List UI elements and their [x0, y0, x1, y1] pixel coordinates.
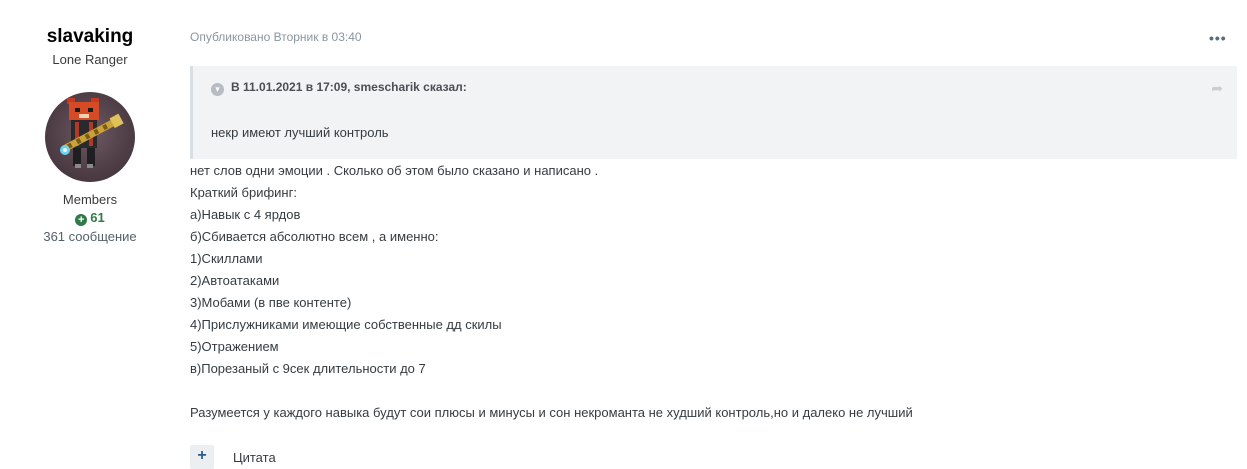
post-line: а)Навык с 4 ярдов: [190, 207, 301, 222]
post-line: 2)Автоатаками: [190, 273, 280, 288]
quote-text: некр имеют лучший контроль: [211, 125, 389, 140]
quote-citation: В 11.01.2021 в 17:09, smescharik сказал:: [231, 80, 467, 94]
ellipsis-icon[interactable]: •••: [1209, 31, 1227, 45]
chevron-down-icon[interactable]: ▾: [211, 83, 224, 96]
author-title: Lone Ranger: [52, 52, 128, 67]
post-line: в)Порезаный с 9сек длительности до 7: [190, 361, 426, 376]
reputation-badge[interactable]: +61: [0, 210, 180, 226]
avatar[interactable]: [45, 92, 135, 182]
quote-header: ▾ В 11.01.2021 в 17:09, smescharik сказал…: [211, 80, 467, 96]
plus-circle-icon: +: [75, 214, 88, 226]
post-line: 5)Отражением: [190, 339, 279, 354]
author-username[interactable]: slavaking: [0, 26, 180, 48]
post-line: 3)Мобами (в пве контенте): [190, 295, 352, 310]
post-line: 4)Прислужниками имеющие собственные дд с…: [190, 317, 502, 332]
post-line: б)Сбивается абсолютно всем , а именно:: [190, 229, 439, 244]
post-timestamp[interactable]: Опубликовано Вторник в 03:40: [190, 30, 362, 44]
post-conclusion: Разумеется у каждого навыка будут сои пл…: [190, 405, 913, 420]
multiquote-button[interactable]: +: [190, 445, 214, 469]
author-post-count: 361 сообщение: [43, 229, 137, 244]
post-line: нет слов одни эмоции . Сколько об этом б…: [190, 163, 599, 178]
post-line: Краткий брифинг:: [190, 185, 297, 200]
author-group: Members: [62, 192, 118, 207]
reputation-count: 61: [90, 210, 105, 225]
post-line: 1)Скиллами: [190, 251, 263, 266]
post-content: нет слов одни эмоции . Сколько об этом б…: [190, 162, 913, 426]
avatar-image: [60, 98, 124, 168]
share-icon[interactable]: ➦: [1211, 80, 1223, 97]
quote-block: ▾ В 11.01.2021 в 17:09, smescharik сказал…: [190, 66, 1237, 159]
plus-icon: +: [197, 447, 207, 464]
quote-button-label[interactable]: Цитата: [233, 450, 276, 465]
